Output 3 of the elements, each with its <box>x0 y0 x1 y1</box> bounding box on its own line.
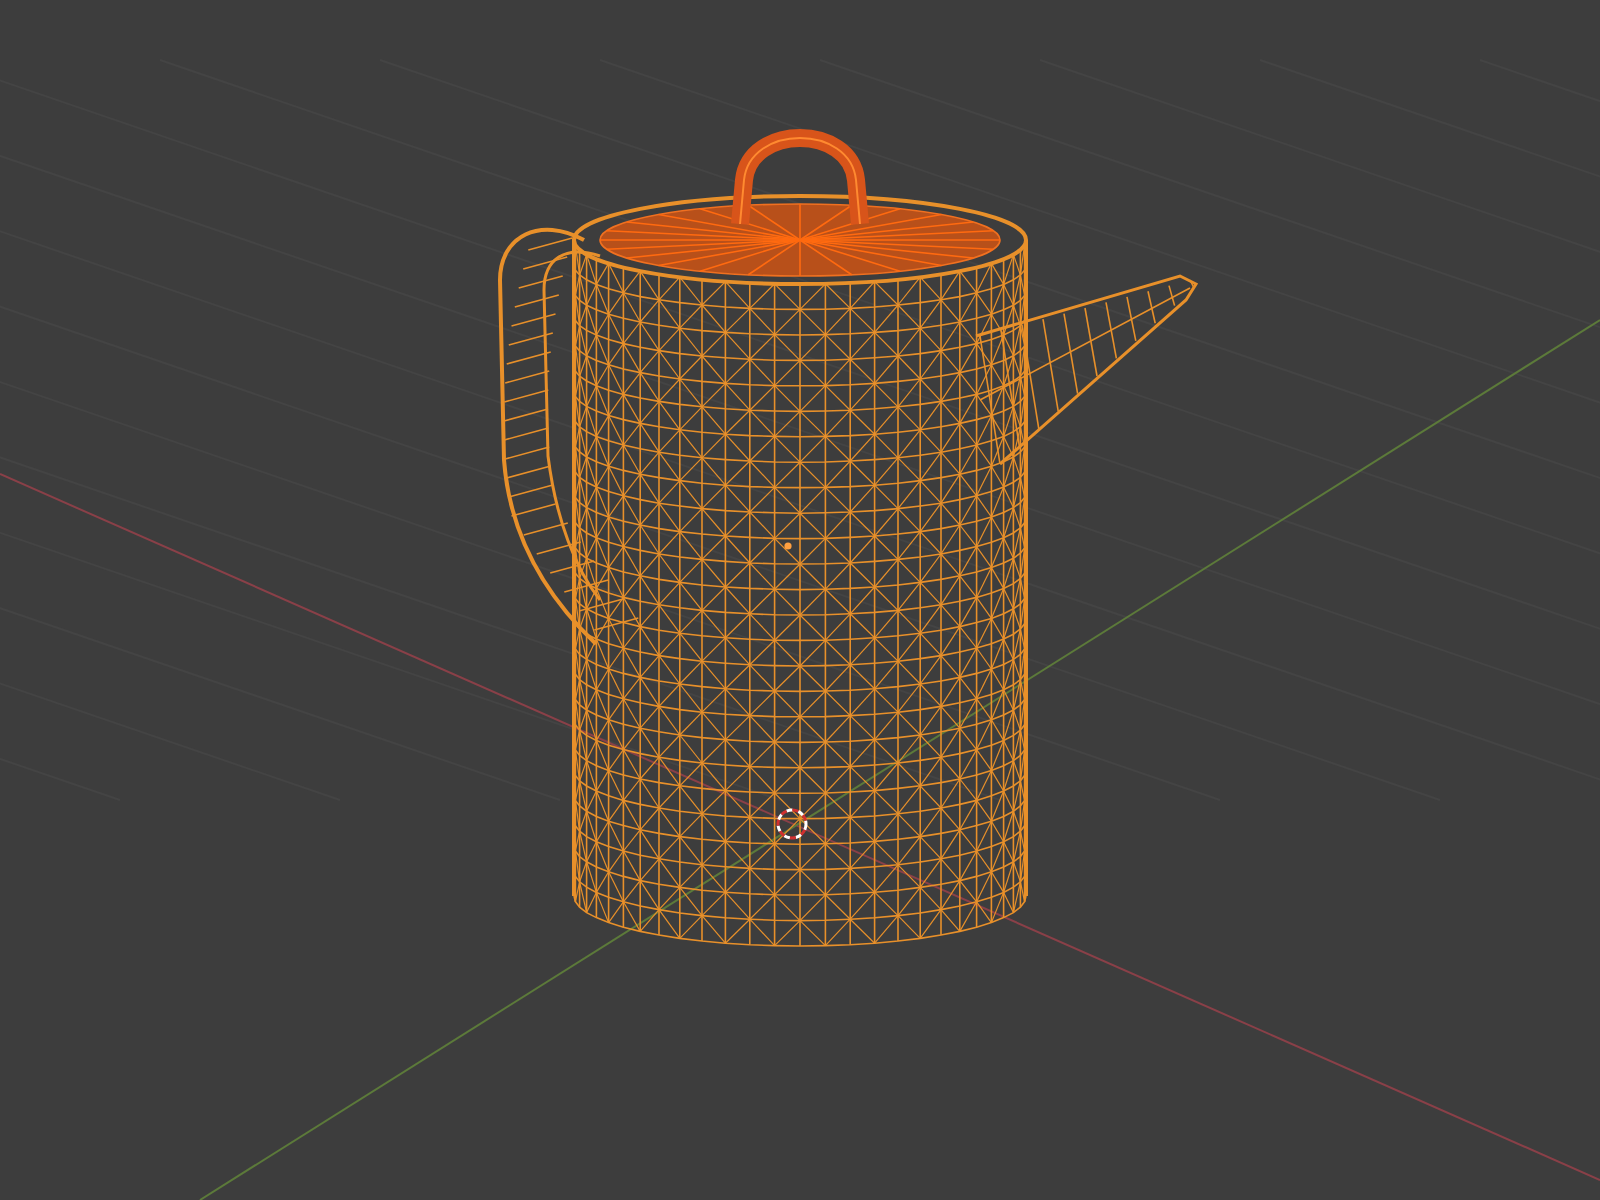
origin-dot-icon <box>784 542 792 550</box>
3d-cursor-icon <box>776 808 808 840</box>
teapot-wireframe-drawing[interactable] <box>498 129 1199 947</box>
